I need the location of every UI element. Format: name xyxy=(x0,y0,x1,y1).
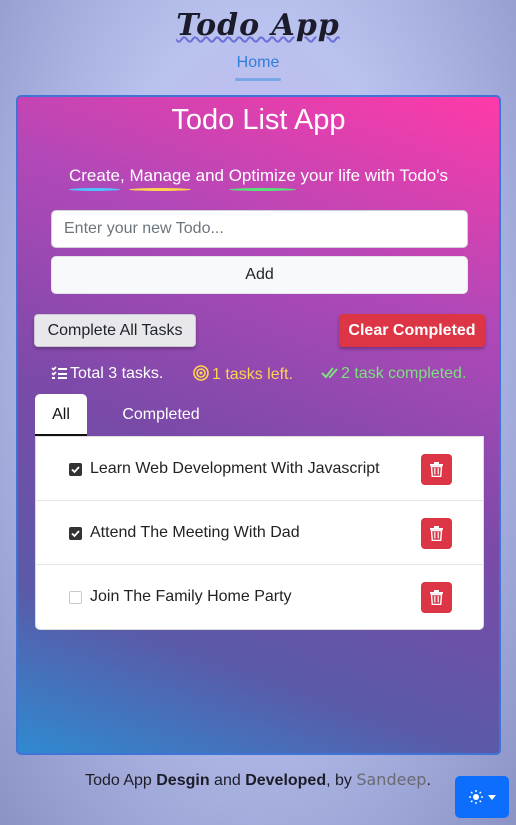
footer-end: . xyxy=(426,772,431,789)
app-logo: Todo App xyxy=(176,8,340,43)
stat-total: Total 3 tasks. xyxy=(51,365,163,383)
todo-checkbox[interactable] xyxy=(69,463,82,476)
add-button[interactable]: Add xyxy=(51,256,468,294)
checkmark-icon xyxy=(71,466,80,474)
card-title: Todo List App xyxy=(171,104,346,136)
tagline-rest: your life with Todo's xyxy=(295,166,449,185)
new-todo-input[interactable] xyxy=(51,210,468,248)
nav-active-indicator xyxy=(235,78,281,81)
target-icon xyxy=(193,365,209,381)
tagline-create: Create xyxy=(68,166,121,191)
footer-prefix: Todo App xyxy=(85,772,157,789)
trash-icon xyxy=(430,462,443,477)
trash-icon xyxy=(430,590,443,605)
todo-checkbox[interactable] xyxy=(69,527,82,540)
stat-left: 1 tasks left. xyxy=(193,365,293,384)
delete-todo-button[interactable] xyxy=(421,582,452,613)
stat-completed-text: 2 task completed. xyxy=(341,365,467,382)
tab-all[interactable]: All xyxy=(35,394,87,436)
list-check-icon xyxy=(51,366,67,379)
delete-todo-button[interactable] xyxy=(421,454,452,485)
tagline-sep1: , xyxy=(120,166,130,185)
footer-by: , by xyxy=(326,772,357,789)
trash-icon xyxy=(430,526,443,541)
footer-author: Sandeep xyxy=(356,770,427,789)
todo-checkbox[interactable] xyxy=(69,591,82,604)
checkmark-icon xyxy=(71,530,80,538)
todo-text: Attend The Meeting With Dad xyxy=(90,524,300,541)
todo-text: Learn Web Development With Javascript xyxy=(90,460,380,477)
delete-todo-button[interactable] xyxy=(421,518,452,549)
tagline-sep2: and xyxy=(190,166,229,185)
footer-and: and xyxy=(209,772,246,789)
todo-item: Join The Family Home Party xyxy=(36,565,483,629)
footer-developed: Developed xyxy=(245,772,327,789)
todo-item: Learn Web Development With Javascript xyxy=(36,437,483,501)
complete-all-button[interactable]: Complete All Tasks xyxy=(34,314,196,347)
tab-completed[interactable]: Completed xyxy=(104,394,218,436)
tagline-optimize: Optimize xyxy=(228,166,296,191)
todo-text: Join The Family Home Party xyxy=(90,588,292,605)
task-stats: Total 3 tasks. 1 tasks left. 2 task comp… xyxy=(18,365,499,385)
tagline-manage: Manage xyxy=(129,166,192,191)
todo-card: Todo List App Create, Manage and Optimiz… xyxy=(16,95,501,755)
tagline: Create, Manage and Optimize your life wi… xyxy=(18,166,499,191)
stat-completed: 2 task completed. xyxy=(321,365,466,383)
nav-home-link[interactable]: Home xyxy=(0,54,516,72)
footer: Todo App Desgin and Developed, by Sandee… xyxy=(0,770,516,790)
stat-left-text: 1 tasks left. xyxy=(212,366,293,383)
todo-item: Attend The Meeting With Dad xyxy=(36,501,483,565)
stat-total-text: Total 3 tasks. xyxy=(70,365,164,382)
chevron-down-icon xyxy=(488,795,496,800)
todo-list: Learn Web Development With Javascript At… xyxy=(35,437,484,630)
sun-icon xyxy=(469,790,483,804)
clear-completed-button[interactable]: Clear Completed xyxy=(339,314,485,347)
theme-toggle-button[interactable] xyxy=(455,776,509,818)
double-check-icon xyxy=(321,367,338,379)
footer-design: Desgin xyxy=(156,772,210,789)
